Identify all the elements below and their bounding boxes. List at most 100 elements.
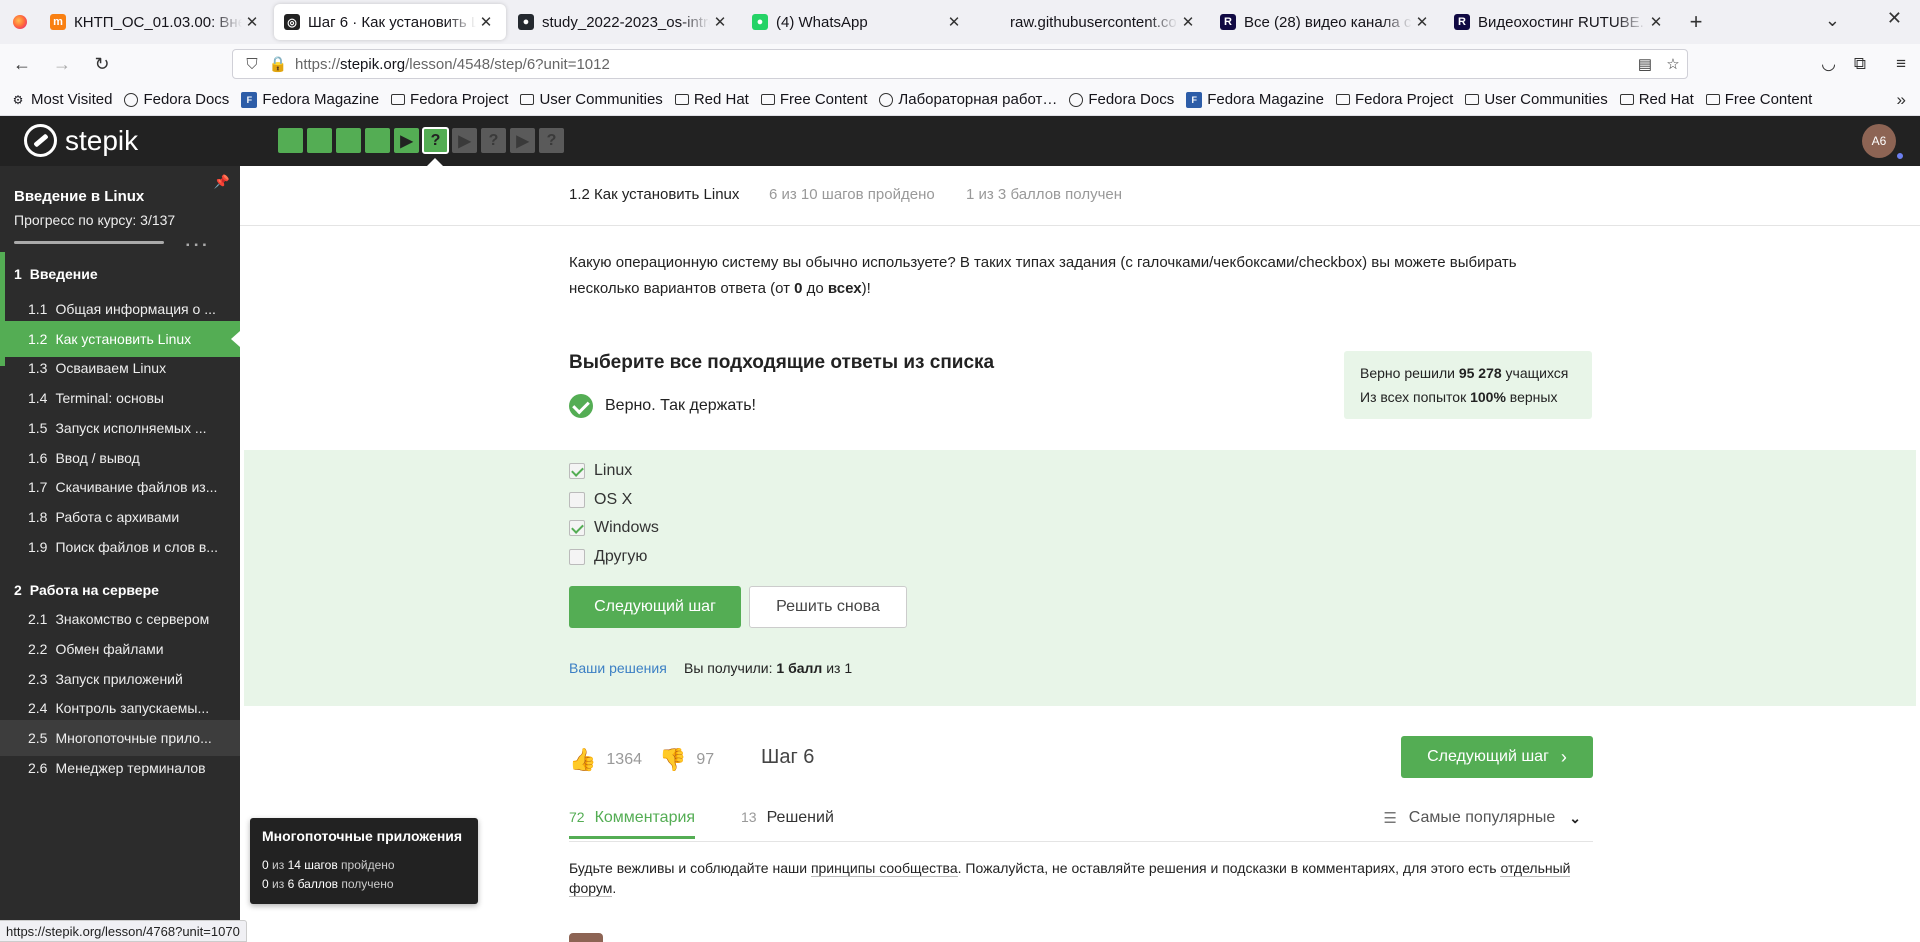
next-step-button[interactable]: Следующий шаг — [569, 586, 741, 628]
browser-tab[interactable]: raw.githubusercontent.com/✕ — [976, 4, 1208, 40]
bookmark-label: Fedora Project — [410, 91, 509, 108]
lesson-step-3[interactable] — [336, 128, 361, 153]
answer-option[interactable]: OS X — [569, 491, 632, 509]
community-principles-link[interactable]: принципы сообщества — [810, 860, 958, 877]
bookmark-item[interactable]: ⚙ Most Visited — [10, 91, 113, 108]
dislike-button[interactable]: 👎 97 — [659, 747, 714, 773]
bookmark-item[interactable]: Red Hat — [1619, 91, 1694, 108]
url-text[interactable]: https://stepik.org/lesson/4548/step/6?un… — [289, 56, 1631, 73]
your-solutions-link[interactable]: Ваши решения — [569, 660, 667, 676]
forward-arrow-icon[interactable]: → — [44, 48, 80, 80]
tab-solutions[interactable]: 13 Решений — [741, 809, 834, 827]
answer-option[interactable]: Linux — [569, 462, 632, 480]
answer-option[interactable]: Другую — [569, 548, 647, 566]
browser-tab[interactable]: ● study_2022-2023_os-intro ✕ — [508, 4, 740, 40]
solve-again-button[interactable]: Решить снова — [749, 586, 907, 628]
bookmark-item[interactable]: F Fedora Magazine — [1186, 91, 1324, 108]
bookmark-item[interactable]: Лабораторная работ… — [879, 91, 1057, 108]
close-tab-icon[interactable]: ✕ — [944, 13, 964, 31]
browser-tab[interactable]: ◎ Шаг 6 · Как установить Linux✕ — [274, 4, 506, 40]
bookmark-item[interactable]: User Communities — [520, 91, 663, 108]
tab-comments[interactable]: 72 Комментария — [569, 809, 696, 839]
close-tab-icon[interactable]: ✕ — [476, 13, 496, 31]
menu-icon[interactable]: ≡ — [1896, 54, 1906, 74]
sidebar-lesson-2-6[interactable]: 2.6 Менеджер терминалов — [0, 750, 240, 786]
close-tab-icon[interactable]: ✕ — [1178, 13, 1198, 31]
option-checkbox[interactable] — [569, 520, 585, 537]
tab-title: (4) WhatsApp — [776, 13, 868, 31]
back-arrow-icon[interactable]: ← — [4, 48, 40, 80]
option-checkbox[interactable] — [569, 491, 585, 508]
lesson-step-8[interactable]: ? — [481, 128, 506, 153]
close-tab-icon[interactable]: ✕ — [710, 13, 730, 31]
sort-label: Самые популярные — [1408, 809, 1556, 826]
bookmark-item[interactable]: Free Content — [1705, 91, 1812, 108]
close-tab-icon[interactable]: ✕ — [1646, 13, 1666, 31]
browser-tab[interactable]: m КНТП_ОС_01.03.00: Внешние✕ — [40, 4, 272, 40]
bookmark-label: User Communities — [1484, 91, 1608, 108]
lesson-title: Ввод / вывод — [55, 449, 140, 466]
comment-author-avatar[interactable] — [569, 933, 603, 942]
sort-dropdown[interactable]: ☰ Самые популярные ⌄ — [1383, 809, 1581, 827]
bookmark-item[interactable]: Fedora Project — [391, 91, 508, 108]
course-title[interactable]: Введение в Linux — [14, 188, 144, 205]
browser-tab[interactable]: R Видеохостинг RUTUBE. С ✕ — [1444, 4, 1676, 40]
gear-icon: ⚙ — [12, 92, 24, 107]
window-close-icon[interactable]: ✕ — [1887, 8, 1902, 29]
option-checkbox[interactable] — [569, 463, 585, 479]
bookmark-item[interactable]: Fedora Docs — [124, 91, 229, 108]
bookmarks-toolbar: ⚙ Most Visited Fedora Docs F Fedora Magazine… — [0, 84, 1920, 116]
next-step-button-bottom[interactable]: Следующий шаг › — [1401, 736, 1593, 778]
like-button[interactable]: 👍 1364 — [569, 747, 642, 773]
bookmark-label: Red Hat — [1638, 91, 1694, 108]
lesson-step-5[interactable]: ▶ — [394, 128, 419, 153]
lesson-step-4[interactable] — [365, 128, 390, 153]
bookmark-item[interactable]: Fedora Docs — [1069, 91, 1174, 108]
bookmark-item[interactable]: User Communities — [1465, 91, 1608, 108]
verdict-text: Верно. Так держать! — [605, 397, 756, 414]
bookmark-item[interactable]: Red Hat — [674, 91, 749, 108]
lesson-title: Как установить Linux — [55, 330, 192, 347]
extensions-icon[interactable]: ⧉ — [1854, 54, 1866, 74]
option-checkbox[interactable] — [569, 548, 585, 565]
more-bookmarks-chevron-icon[interactable]: » — [1897, 90, 1906, 110]
sort-icon: ☰ — [1383, 810, 1397, 827]
tracking-shield-icon[interactable]: ⛉ — [237, 56, 267, 73]
bookmark-star-icon[interactable]: ☆ — [1659, 55, 1687, 73]
tab-list-chevron-icon[interactable]: ⌄ — [1825, 10, 1840, 31]
bookmark-label: Most Visited — [31, 91, 113, 108]
tab-title: Все (28) видео канала ch — [1244, 13, 1412, 31]
browser-tab[interactable]: ● (4) WhatsApp ✕ — [742, 4, 974, 40]
lock-icon[interactable]: 🔒 — [267, 55, 289, 73]
lesson-step-10[interactable]: ? — [539, 128, 564, 153]
bookmark-item[interactable]: F Fedora Magazine — [241, 91, 379, 108]
lesson-step-1[interactable] — [278, 128, 303, 153]
lesson-step-6[interactable]: ? — [422, 127, 449, 154]
close-tab-icon[interactable]: ✕ — [1412, 13, 1432, 31]
pin-icon[interactable]: 📌 — [214, 174, 230, 190]
lesson-step-7[interactable]: ▶ — [452, 128, 477, 153]
reader-view-icon[interactable]: ▤ — [1631, 55, 1659, 73]
lesson-step-2[interactable] — [307, 128, 332, 153]
stepik-logo[interactable]: stepik — [24, 124, 138, 157]
browser-tab[interactable]: R Все (28) видео канала ch ✕ — [1210, 4, 1442, 40]
reload-icon[interactable]: ↻ — [84, 48, 120, 80]
link-status-bar: https://stepik.org/lesson/4768?unit=1070 — [0, 920, 247, 942]
tab-title: Видеохостинг RUTUBE. С — [1478, 13, 1646, 31]
module-2-title[interactable]: 2 Работа на сервере — [14, 582, 159, 598]
new-tab-button[interactable]: + — [1678, 9, 1714, 35]
lesson-breadcrumb[interactable]: 1.2 Как установить Linux — [569, 186, 739, 203]
sidebar-lesson-1-9[interactable]: 1.9 Поиск файлов и слов в... — [0, 529, 240, 565]
answer-option[interactable]: Windows — [569, 519, 659, 537]
bookmark-item[interactable]: Fedora Project — [1335, 91, 1453, 108]
firefox-view-button[interactable] — [0, 0, 40, 44]
module-1-title[interactable]: 1 Введение — [14, 266, 98, 282]
lesson-step-9[interactable]: ▶ — [510, 128, 535, 153]
lesson-number: 1.4 — [28, 390, 48, 407]
address-bar[interactable]: ⛉ 🔒 https://stepik.org/lesson/4548/step/… — [232, 49, 1688, 79]
user-avatar[interactable]: А6 — [1862, 124, 1896, 158]
lesson-title: Обмен файлами — [55, 640, 164, 657]
bookmark-item[interactable]: Free Content — [760, 91, 867, 108]
close-tab-icon[interactable]: ✕ — [242, 13, 262, 31]
pocket-icon[interactable]: ◡ — [1821, 54, 1836, 74]
